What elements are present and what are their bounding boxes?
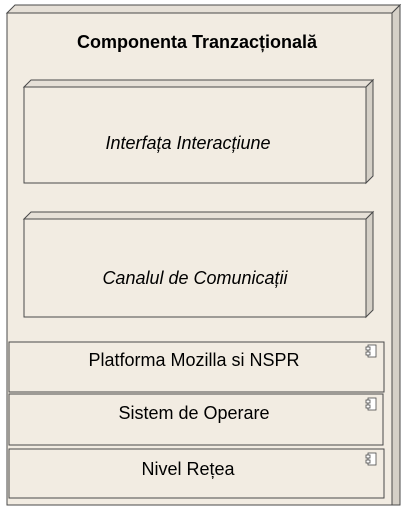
- layer-sistem-de-operare[interactable]: Sistem de Operare: [8, 393, 384, 446]
- outer-node-side-face: [391, 3, 401, 506]
- layer-label: Sistem de Operare: [118, 403, 269, 423]
- node-label: Interfața Interacțiune: [105, 133, 270, 153]
- layer-platforma-mozilla[interactable]: Platforma Mozilla si NSPR: [8, 341, 385, 393]
- node-interfata-interactiune[interactable]: Interfața Interacțiune: [22, 78, 375, 185]
- node-top-face: [22, 79, 375, 88]
- node-top-face: [22, 211, 375, 220]
- outer-node-top-face: [5, 4, 402, 14]
- layer-nivel-retea[interactable]: Nivel Rețea: [8, 448, 385, 499]
- outer-node-title: Componenta Tranzacțională: [77, 32, 318, 52]
- layer-label: Nivel Rețea: [141, 459, 235, 479]
- layer-label: Platforma Mozilla si NSPR: [88, 350, 299, 370]
- node-side-face: [365, 78, 374, 185]
- node-side-face: [365, 210, 374, 319]
- node-label: Canalul de Comunicații: [102, 268, 288, 288]
- component-diagram: Componenta Tranzacțională Interfața Inte…: [5, 3, 402, 506]
- node-canalul-de-comunicatii[interactable]: Canalul de Comunicații: [22, 210, 375, 319]
